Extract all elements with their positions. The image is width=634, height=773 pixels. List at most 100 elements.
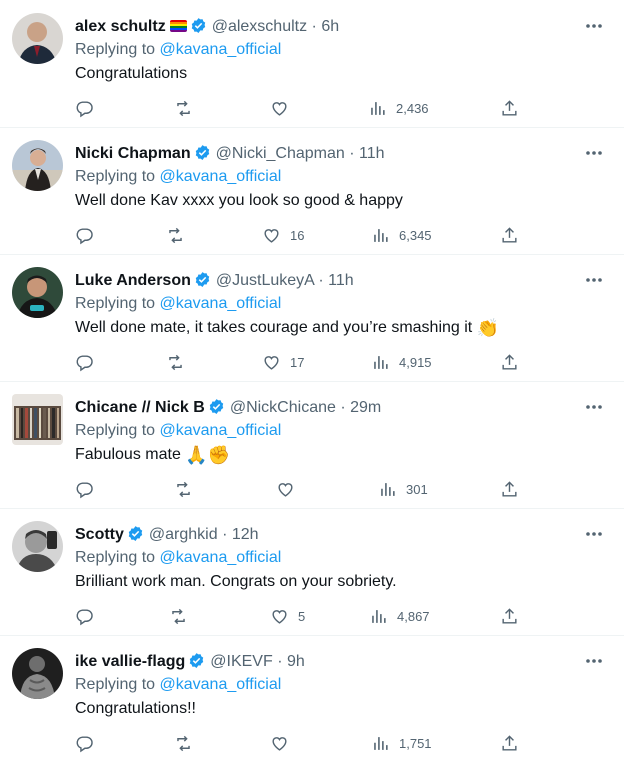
- like-button[interactable]: 5: [270, 603, 305, 629]
- more-options-icon[interactable]: [584, 18, 604, 34]
- action-bar: 16 6,345: [0, 222, 624, 248]
- reply-icon: [76, 481, 93, 498]
- timestamp[interactable]: · 11h: [349, 145, 384, 162]
- avatar[interactable]: [12, 267, 63, 318]
- reply-tweet[interactable]: alex schultz @alexschultz · 6h Replying t…: [0, 0, 624, 128]
- avatar[interactable]: [12, 648, 63, 699]
- reply-tweet[interactable]: Scotty @arghkid · 12h Replying to @kavana…: [0, 508, 624, 636]
- share-button[interactable]: [500, 222, 519, 248]
- views-button[interactable]: 301: [378, 476, 428, 502]
- share-button[interactable]: [500, 603, 519, 629]
- retweet-button[interactable]: [174, 730, 193, 756]
- retweet-button[interactable]: [169, 603, 188, 629]
- views-chart-icon: [374, 355, 388, 369]
- like-count: 16: [290, 227, 305, 243]
- tweet-text: Brilliant work man. Congrats on your sob…: [75, 573, 397, 590]
- replying-to: Replying to @kavana_official: [75, 676, 282, 693]
- view-count: 301: [406, 481, 428, 497]
- share-button[interactable]: [500, 730, 519, 756]
- verified-badge-icon: [190, 653, 204, 668]
- handle[interactable]: @Nicki_Chapman: [216, 145, 345, 162]
- reply-icon: [76, 227, 93, 244]
- avatar[interactable]: [12, 13, 63, 64]
- more-options-icon[interactable]: [584, 526, 604, 542]
- replying-to: Replying to @kavana_official: [75, 549, 282, 566]
- avatar[interactable]: [12, 521, 63, 572]
- avatar[interactable]: [12, 394, 63, 445]
- display-name[interactable]: ike vallie-flagg: [75, 653, 185, 670]
- replying-to-link[interactable]: @kavana_official: [160, 168, 282, 185]
- timestamp[interactable]: · 11h: [318, 272, 353, 289]
- reply-icon: [76, 608, 93, 625]
- timestamp[interactable]: · 12h: [222, 526, 258, 543]
- reply-icon: [76, 735, 93, 752]
- tweet-header: alex schultz @alexschultz · 6h: [75, 17, 339, 37]
- handle[interactable]: @alexschultz: [212, 18, 307, 35]
- timestamp[interactable]: · 6h: [312, 18, 340, 35]
- like-button[interactable]: [270, 95, 298, 121]
- retweet-button[interactable]: [174, 476, 193, 502]
- share-icon: [502, 226, 517, 243]
- tweet-header: Luke Anderson @JustLukeyA · 11h: [75, 271, 354, 291]
- more-options-icon[interactable]: [584, 272, 604, 288]
- reply-button[interactable]: [75, 603, 94, 629]
- more-options-icon[interactable]: [584, 653, 604, 669]
- display-name[interactable]: Luke Anderson: [75, 272, 191, 289]
- view-count: 1,751: [399, 735, 432, 751]
- action-bar: 2,436: [0, 95, 624, 121]
- handle[interactable]: @arghkid: [149, 526, 218, 543]
- reply-tweet[interactable]: ike vallie-flagg @IKEVF · 9h Replying to …: [0, 635, 624, 762]
- folded-hands-fist-emoji: 🙏✊: [185, 445, 231, 465]
- more-options-icon[interactable]: [584, 399, 604, 415]
- timestamp[interactable]: · 29m: [340, 399, 381, 416]
- heart-icon: [264, 228, 279, 243]
- reply-button[interactable]: [75, 730, 94, 756]
- replying-to: Replying to @kavana_official: [75, 41, 282, 58]
- reply-button[interactable]: [75, 95, 94, 121]
- share-button[interactable]: [500, 476, 519, 502]
- avatar[interactable]: [12, 140, 63, 191]
- timestamp[interactable]: · 9h: [277, 653, 305, 670]
- like-button[interactable]: 17: [262, 349, 304, 375]
- replying-to-link[interactable]: @kavana_official: [160, 295, 282, 312]
- heart-icon: [264, 355, 279, 370]
- views-button[interactable]: 4,867: [369, 603, 430, 629]
- display-name[interactable]: Chicane // Nick B: [75, 399, 205, 416]
- reply-tweet[interactable]: Chicane // Nick B @NickChicane · 29m Repl…: [0, 381, 624, 509]
- views-chart-icon: [371, 101, 385, 115]
- display-name[interactable]: Nicki Chapman: [75, 145, 191, 162]
- more-options-icon[interactable]: [584, 145, 604, 161]
- handle[interactable]: @JustLukeyA: [216, 272, 314, 289]
- like-button[interactable]: 16: [262, 222, 304, 248]
- replying-to-link[interactable]: @kavana_official: [160, 41, 282, 58]
- reply-button[interactable]: [75, 476, 94, 502]
- reply-tweet[interactable]: Nicki Chapman @Nicki_Chapman · 11h Replyi…: [0, 127, 624, 255]
- views-button[interactable]: 4,915: [371, 349, 432, 375]
- handle[interactable]: @NickChicane: [230, 399, 336, 416]
- share-button[interactable]: [500, 95, 519, 121]
- retweet-icon: [177, 481, 190, 497]
- retweet-button[interactable]: [166, 349, 185, 375]
- replying-to: Replying to @kavana_official: [75, 295, 282, 312]
- replying-to-link[interactable]: @kavana_official: [160, 549, 282, 566]
- retweet-button[interactable]: [166, 222, 185, 248]
- reply-button[interactable]: [75, 349, 94, 375]
- views-button[interactable]: 6,345: [371, 222, 432, 248]
- like-button[interactable]: [276, 476, 304, 502]
- views-button[interactable]: 1,751: [371, 730, 432, 756]
- like-button[interactable]: [270, 730, 298, 756]
- share-button[interactable]: [500, 349, 519, 375]
- reply-tweet[interactable]: Luke Anderson @JustLukeyA · 11h Replying …: [0, 254, 624, 382]
- share-icon: [502, 607, 517, 624]
- views-button[interactable]: 2,436: [368, 95, 429, 121]
- reply-icon: [76, 354, 93, 371]
- display-name[interactable]: alex schultz: [75, 18, 166, 35]
- reply-button[interactable]: [75, 222, 94, 248]
- replying-to-link[interactable]: @kavana_official: [160, 676, 282, 693]
- views-chart-icon: [374, 736, 388, 750]
- retweet-button[interactable]: [174, 95, 193, 121]
- handle[interactable]: @IKEVF: [210, 653, 272, 670]
- display-name[interactable]: Scotty: [75, 526, 124, 543]
- reply-icon: [76, 100, 93, 117]
- replying-to-link[interactable]: @kavana_official: [160, 422, 282, 439]
